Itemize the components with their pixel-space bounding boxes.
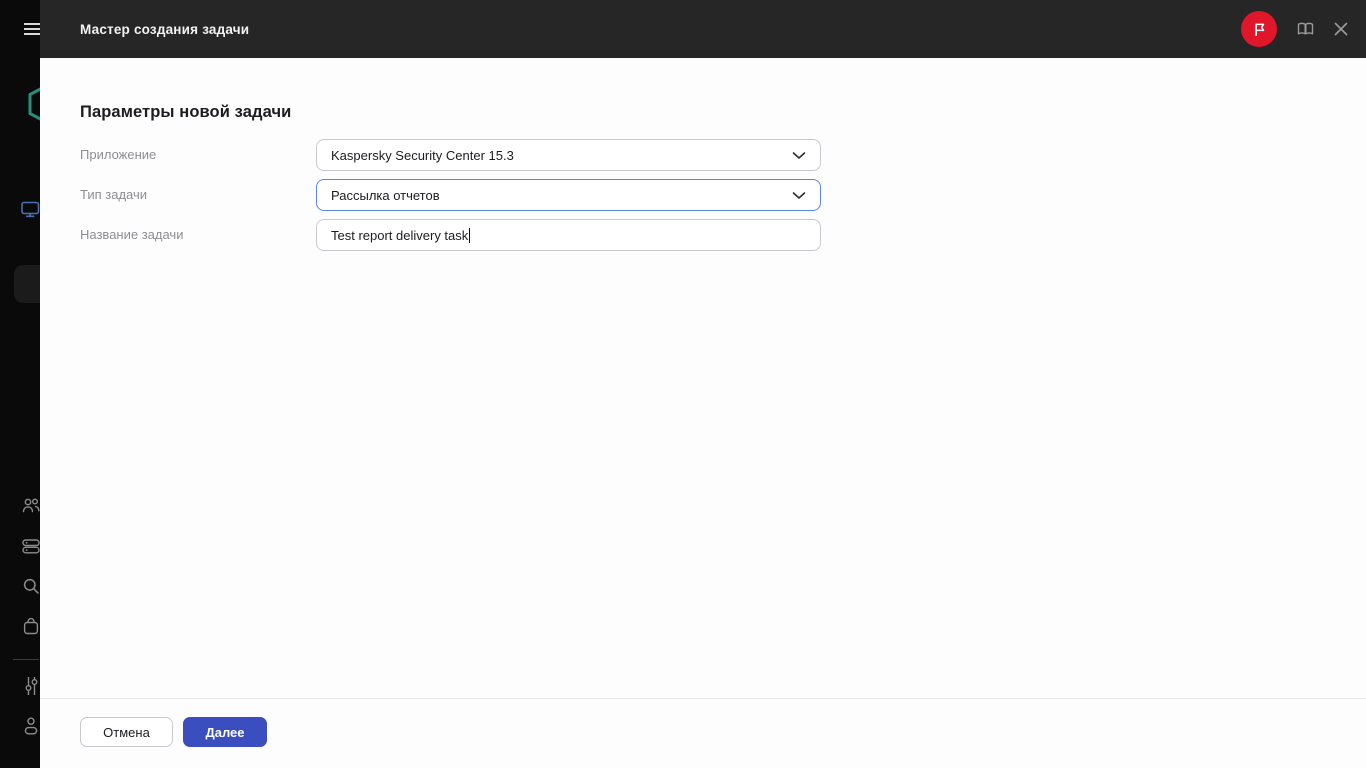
wizard-header: Мастер создания задачи [40,0,1366,58]
page-title: Параметры новой задачи [80,103,292,121]
task-name-label: Название задачи [80,227,184,242]
users-icon[interactable] [22,498,40,513]
task-type-select-value: Рассылка отчетов [331,187,440,203]
form-row-task-type: Тип задачи Рассылка отчетов [40,179,1366,211]
flag-notification-button[interactable] [1241,11,1277,47]
form-row-application: Приложение Kaspersky Security Center 15.… [40,139,1366,171]
sidebar [0,0,68,768]
form-row-task-name: Название задачи Test report delivery tas… [40,219,1366,251]
task-name-input-value: Test report delivery task [331,227,469,243]
application-label: Приложение [80,147,157,162]
monitoring-icon[interactable] [21,201,40,218]
settings-sliders-icon[interactable] [23,676,40,695]
wizard-body: Параметры новой задачи Приложение Kasper… [40,58,1366,768]
application-select[interactable]: Kaspersky Security Center 15.3 [316,139,821,171]
task-name-input[interactable]: Test report delivery task [316,219,821,251]
flag-icon [1251,21,1268,38]
help-button[interactable] [1297,22,1314,36]
cancel-button[interactable]: Отмена [80,717,173,747]
footer-divider [40,698,1366,699]
next-button[interactable]: Далее [183,717,267,747]
app-window: Мастер создания задачи Параметры новой з… [0,0,1366,768]
help-book-icon [1297,22,1314,36]
close-icon [1334,22,1348,36]
task-type-label: Тип задачи [80,187,148,202]
account-icon[interactable] [24,717,38,735]
close-wizard-button[interactable] [1334,22,1348,36]
devices-icon[interactable] [22,539,40,554]
chevron-down-icon [792,148,806,163]
menu-icon[interactable] [24,21,40,37]
search-icon[interactable] [23,578,39,594]
task-type-select[interactable]: Рассылка отчетов [316,179,821,211]
application-select-value: Kaspersky Security Center 15.3 [331,147,514,163]
marketplace-icon[interactable] [23,617,39,635]
sidebar-divider [13,659,39,660]
text-caret [469,227,471,243]
chevron-down-icon [792,188,806,203]
wizard-title-bar: Мастер создания задачи [80,21,250,37]
